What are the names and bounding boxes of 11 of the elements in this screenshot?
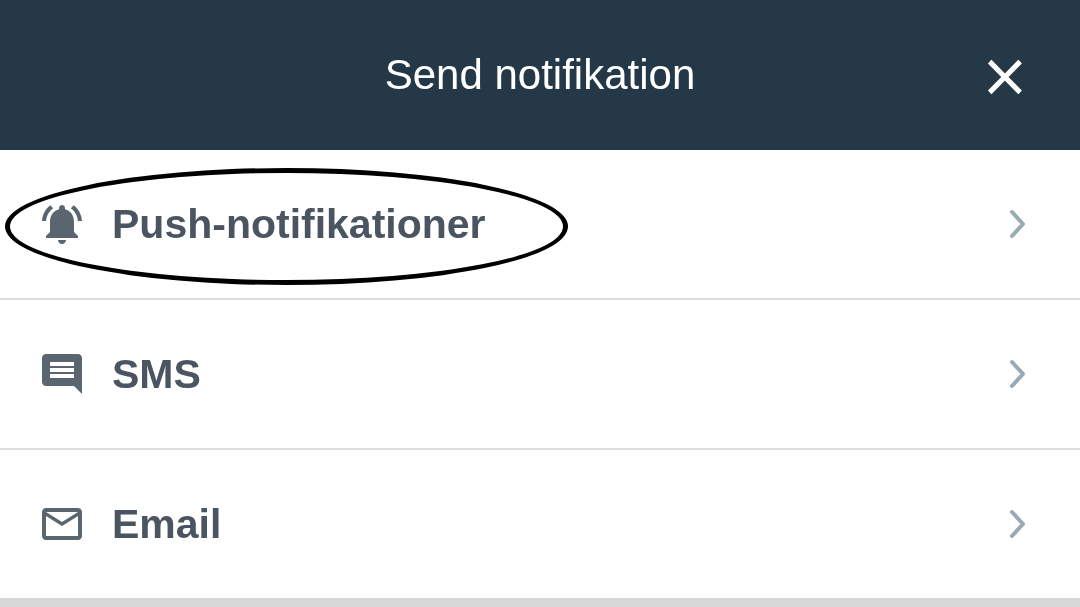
menu-item-label: Push-notifikationer (112, 200, 486, 248)
dialog-title: Send notifikation (384, 51, 696, 99)
menu-item[interactable]: Push-notifikationer (0, 150, 1080, 300)
chevron-right-icon (1008, 209, 1028, 239)
menu-item[interactable]: SMS (0, 300, 1080, 450)
chevron-right-icon (1008, 509, 1028, 539)
menu-item[interactable]: Email (0, 450, 1080, 598)
chevron-right-icon (1008, 359, 1028, 389)
menu-item-label: Email (112, 500, 222, 548)
menu-item-label: SMS (112, 350, 201, 398)
close-button[interactable]: × (979, 45, 1030, 105)
